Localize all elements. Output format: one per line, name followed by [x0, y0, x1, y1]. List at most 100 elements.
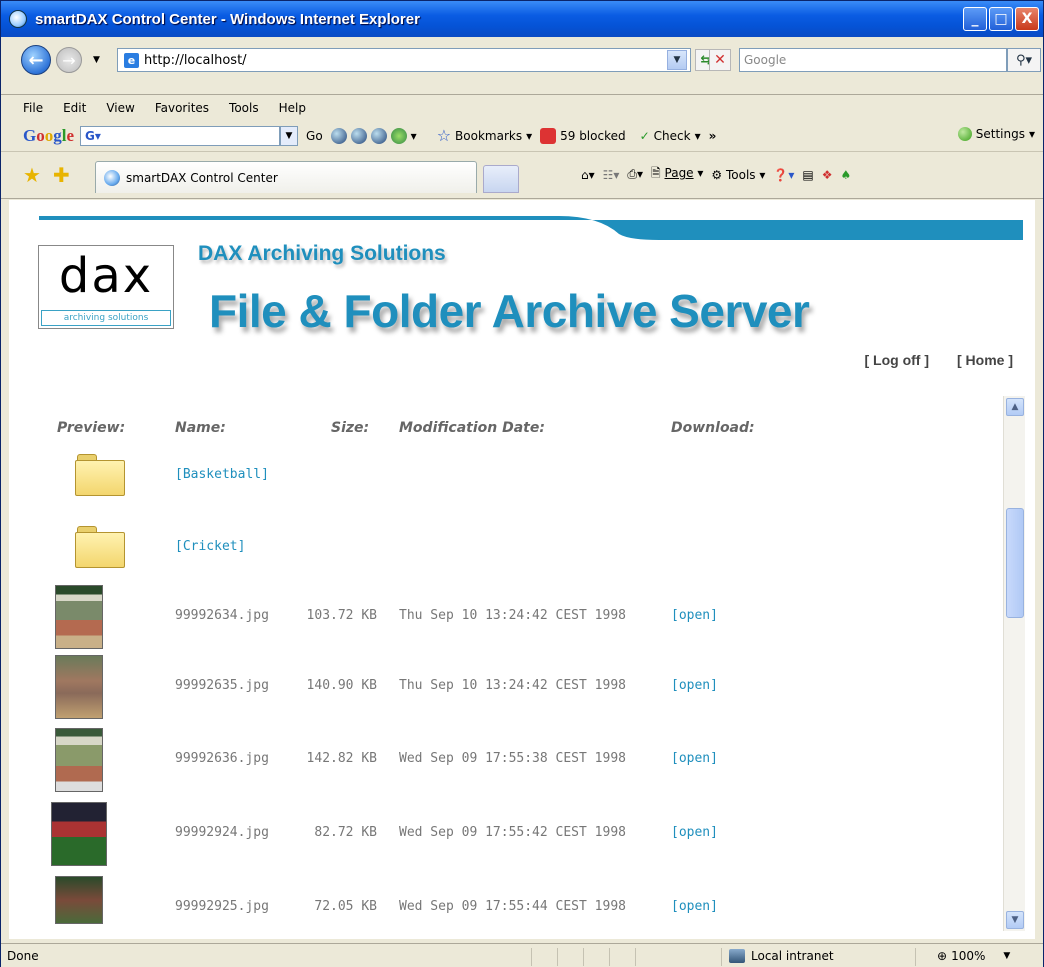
file-row: 99992636.jpg 142.82 KB Wed Sep 09 17:55:…: [9, 728, 999, 798]
add-favorites-icon[interactable]: ✚: [53, 163, 70, 187]
vertical-scrollbar[interactable]: ▲ ▼: [1003, 396, 1025, 931]
messenger-icon[interactable]: ♠: [840, 168, 851, 182]
tagline: DAX Archiving Solutions: [198, 242, 446, 265]
image-thumbnail[interactable]: [55, 876, 103, 924]
maximize-button[interactable]: □: [989, 7, 1013, 31]
stop-button[interactable]: ✕: [709, 49, 731, 71]
open-link[interactable]: [open]: [671, 899, 718, 914]
page-menu-button[interactable]: 🗎 Page ▾: [651, 164, 703, 185]
folder-link[interactable]: [Basketball]: [175, 467, 269, 482]
menu-tools[interactable]: Tools: [219, 101, 269, 115]
scroll-down-icon[interactable]: ▼: [1006, 911, 1024, 929]
scroll-up-icon[interactable]: ▲: [1006, 398, 1024, 416]
home-link[interactable]: [ Home ]: [957, 352, 1013, 368]
google-logo: Google: [23, 125, 75, 145]
open-link[interactable]: [open]: [671, 678, 718, 693]
folder-icon[interactable]: [75, 454, 125, 496]
address-dropdown-icon[interactable]: ▼: [667, 50, 687, 70]
open-link[interactable]: [open]: [671, 825, 718, 840]
file-row: 99992634.jpg 103.72 KB Thu Sep 10 13:24:…: [9, 585, 999, 655]
file-row: 99992635.jpg 140.90 KB Thu Sep 10 13:24:…: [9, 655, 999, 725]
translate-icon[interactable]: ❖: [822, 168, 833, 182]
image-thumbnail[interactable]: [55, 655, 103, 719]
open-link[interactable]: [open]: [671, 608, 718, 623]
image-thumbnail[interactable]: [55, 728, 103, 792]
pagerank-icon[interactable]: [350, 127, 367, 144]
image-thumbnail[interactable]: [51, 802, 107, 866]
menu-edit[interactable]: Edit: [53, 101, 96, 115]
menu-help[interactable]: Help: [269, 101, 316, 115]
star-icon: ☆: [436, 126, 452, 145]
logoff-link[interactable]: [ Log off ]: [864, 352, 929, 368]
dax-logo[interactable]: dax archiving solutions: [38, 245, 174, 329]
ie-page-icon: [104, 169, 120, 186]
puzzle-icon[interactable]: [390, 127, 407, 144]
open-link[interactable]: [open]: [671, 751, 718, 766]
page-content: dax archiving solutions DAX Archiving So…: [9, 200, 1035, 939]
file-date: Wed Sep 09 17:55:42 CEST 1998: [399, 825, 626, 840]
address-field[interactable]: e http://localhost/: [117, 48, 691, 72]
file-date: Thu Sep 10 13:24:42 CEST 1998: [399, 608, 626, 623]
folder-row: [Basketball]: [9, 444, 999, 514]
top-links: [ Log off ] [ Home ]: [864, 352, 1013, 368]
image-thumbnail[interactable]: [55, 585, 103, 649]
popup-blocker-button[interactable]: 59 blocked: [540, 127, 626, 144]
menu-file[interactable]: File: [13, 101, 53, 115]
popup-blocker-icon: [540, 127, 557, 144]
tab-title: smartDAX Control Center: [126, 170, 278, 185]
news-icon[interactable]: [330, 127, 347, 144]
zoom-icon: ⊕: [937, 948, 948, 963]
page-heading: File & Folder Archive Server: [209, 285, 810, 337]
google-search-field[interactable]: G▾: [80, 125, 281, 146]
more-button[interactable]: »: [709, 129, 717, 143]
search-button[interactable]: ⚲▾: [1007, 48, 1041, 72]
home-icon[interactable]: ⌂▾: [581, 168, 595, 182]
spellcheck-icon: ✓: [639, 128, 650, 143]
menu-view[interactable]: View: [96, 101, 144, 115]
google-search-dropdown-icon[interactable]: ▼: [280, 125, 299, 146]
zone-indicator[interactable]: Local intranet: [729, 948, 834, 963]
file-size: 140.90 KB: [306, 678, 377, 693]
minimize-button[interactable]: _: [963, 7, 987, 31]
help-icon[interactable]: ❓▾: [773, 168, 794, 182]
favorites-center-icon[interactable]: ★: [23, 163, 41, 187]
page-icon: e: [124, 53, 139, 68]
bookmarks-button[interactable]: ☆ Bookmarks ▾: [437, 126, 532, 145]
spellcheck-button[interactable]: ✓ Check ▾: [640, 129, 701, 143]
new-tab-button[interactable]: [483, 165, 519, 193]
menu-favorites[interactable]: Favorites: [145, 101, 219, 115]
search-input[interactable]: Google: [739, 48, 1007, 72]
file-name: 99992634.jpg: [175, 608, 269, 623]
settings-button[interactable]: Settings ▾: [957, 127, 1035, 141]
gmail-icon[interactable]: [370, 127, 387, 144]
file-size: 82.72 KB: [314, 825, 377, 840]
research-icon[interactable]: ▤: [802, 168, 813, 182]
file-name: 99992635.jpg: [175, 678, 269, 693]
close-button[interactable]: X: [1015, 7, 1039, 31]
scroll-thumb[interactable]: [1006, 508, 1024, 618]
header-download: Download:: [671, 420, 755, 436]
tools-menu-button[interactable]: ⚙ Tools ▾: [711, 168, 765, 182]
file-size: 103.72 KB: [306, 608, 377, 623]
status-bar: Done Local intranet ⊕ 100% ▼: [1, 943, 1043, 967]
status-dot-icon: [957, 127, 972, 141]
print-icon[interactable]: ⎙▾: [627, 167, 643, 182]
title-bar[interactable]: smartDAX Control Center - Windows Intern…: [1, 1, 1043, 37]
back-button[interactable]: ←: [21, 45, 51, 75]
folder-row: [Cricket]: [9, 516, 999, 586]
ie-window: smartDAX Control Center - Windows Intern…: [0, 0, 1044, 967]
header-date: Modification Date:: [399, 420, 545, 436]
google-go-button[interactable]: Go: [306, 129, 323, 143]
forward-button[interactable]: →: [56, 47, 82, 73]
zoom-control[interactable]: ⊕ 100% ▼: [937, 949, 1010, 963]
menu-bar: File Edit View Favorites Tools Help: [1, 97, 1043, 119]
google-toolbar: Google G▾ ▼ Go ▾ ☆ Bookmarks ▾ 59 blocked …: [1, 120, 1043, 152]
feeds-icon[interactable]: ☷▾: [603, 168, 620, 182]
folder-link[interactable]: [Cricket]: [175, 539, 245, 554]
tab-smartdax[interactable]: smartDAX Control Center: [95, 161, 477, 193]
toolbar-buttons-group[interactable]: ▾: [330, 127, 417, 144]
search-placeholder: Google: [744, 53, 787, 67]
history-dropdown-icon[interactable]: ▼: [93, 55, 100, 65]
folder-icon[interactable]: [75, 526, 125, 568]
file-row: 99992925.jpg 72.05 KB Wed Sep 09 17:55:4…: [9, 876, 999, 939]
